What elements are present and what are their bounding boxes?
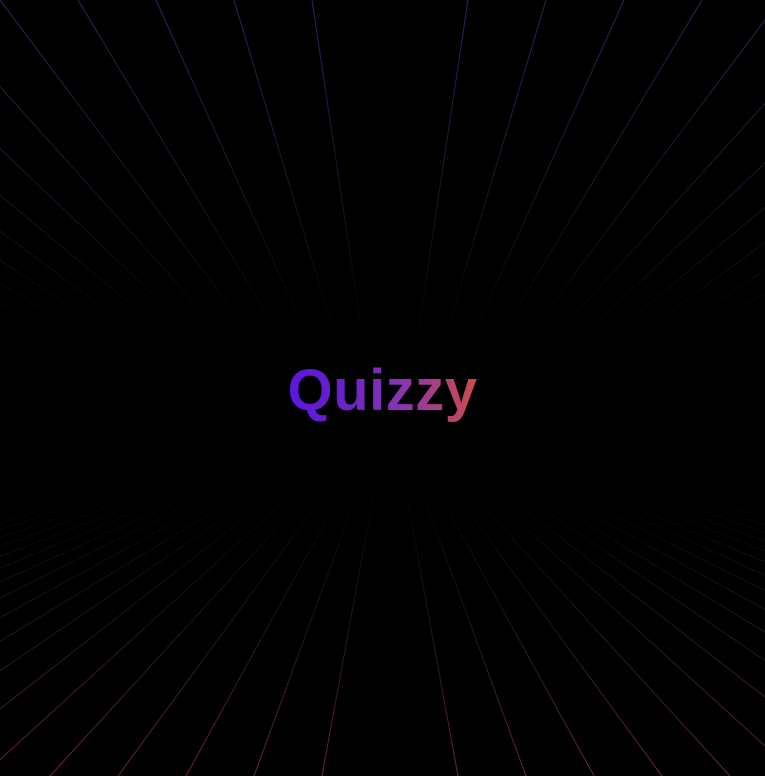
upper-grid-line	[0, 194, 199, 361]
lower-grid-line	[321, 469, 379, 776]
lower-grid-line	[485, 469, 765, 662]
lower-grid-line	[509, 469, 765, 610]
upper-grid-line	[0, 333, 55, 361]
upper-grid-line	[533, 102, 765, 361]
lower-grid-line	[401, 469, 459, 776]
lower-grid-line	[0, 469, 307, 710]
lower-grid-line	[0, 469, 187, 531]
upper-grid-line	[77, 0, 295, 361]
logo-container: Quizzy	[0, 356, 765, 426]
lower-grid-line	[545, 469, 765, 563]
upper-grid-line	[581, 206, 765, 361]
lower-grid-line	[473, 469, 765, 698]
lower-grid-line	[497, 469, 765, 633]
lower-grid-line	[437, 469, 663, 776]
upper-grid-line	[413, 0, 469, 361]
upper-grid-line	[653, 292, 765, 361]
upper-grid-line	[461, 0, 625, 361]
upper-grid-line	[557, 162, 765, 361]
lower-grid-line	[425, 469, 595, 776]
lower-grid-line	[449, 469, 731, 776]
upper-grid-line	[677, 311, 765, 361]
splash-screen: Quizzy	[0, 0, 765, 776]
app-logo-title: Quizzy	[288, 356, 478, 426]
upper-grid-line	[0, 319, 79, 361]
upper-grid-line	[509, 19, 765, 361]
upper-grid-line	[0, 147, 223, 361]
lower-grid-line	[185, 469, 355, 776]
upper-grid-line	[0, 230, 175, 361]
upper-grid-line	[605, 241, 765, 361]
lower-grid-line	[49, 469, 331, 776]
upper-grid-line	[0, 302, 103, 361]
upper-grid-line	[485, 0, 703, 361]
upper-grid-line	[725, 340, 765, 361]
upper-grid-line	[437, 0, 547, 361]
upper-grid-line	[155, 0, 319, 361]
lower-grid-line	[521, 469, 765, 592]
upper-grid-line	[0, 0, 271, 361]
lower-grid-line	[253, 469, 367, 776]
upper-grid-line	[629, 269, 765, 361]
lower-grid-line	[0, 469, 259, 599]
lower-grid-line	[413, 469, 527, 776]
upper-grid-line	[0, 283, 127, 361]
lower-grid-line	[0, 469, 175, 524]
upper-grid-line	[311, 0, 367, 361]
upper-grid	[0, 0, 765, 361]
lower-grid-line	[0, 469, 247, 583]
lower-grid-line	[593, 469, 765, 526]
upper-grid-line	[233, 0, 343, 361]
lower-grid	[0, 469, 765, 776]
lower-grid-line	[0, 469, 223, 558]
lower-grid-line	[0, 469, 235, 569]
upper-grid-line	[0, 259, 151, 361]
lower-grid-line	[557, 469, 765, 552]
lower-grid-line	[117, 469, 343, 776]
